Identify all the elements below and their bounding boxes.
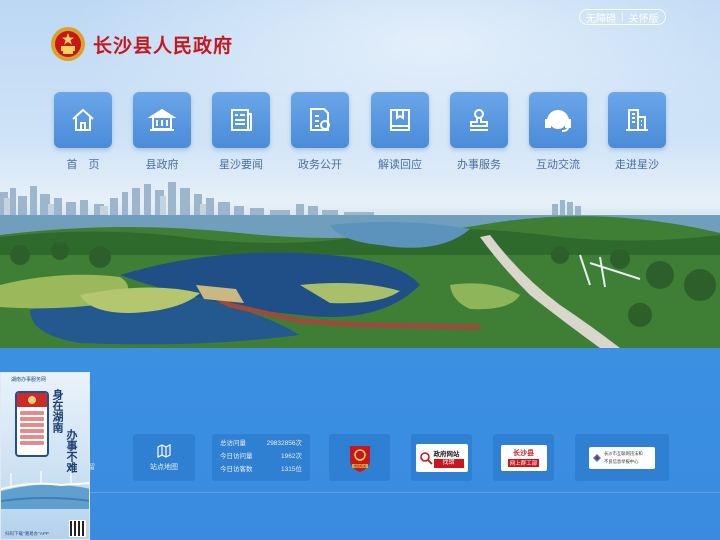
ad-phone-illustration bbox=[15, 391, 49, 457]
footer-divider bbox=[0, 492, 720, 493]
map-icon bbox=[157, 444, 171, 458]
ad-phone-header bbox=[17, 393, 47, 407]
gov-site-error-card: 政府网站 找错 bbox=[415, 443, 468, 472]
ad-phone-lines bbox=[17, 407, 47, 447]
magnifier-icon bbox=[419, 451, 433, 465]
stat-row: 今日访问量 1962次 bbox=[220, 450, 302, 463]
home-icon bbox=[72, 108, 94, 131]
accessibility-link[interactable]: 无障碍 bbox=[586, 10, 616, 25]
stat-label: 总访问量 bbox=[220, 440, 246, 447]
party-government-badge-icon: 党政机关 bbox=[349, 445, 370, 472]
stat-value: 1315位 bbox=[281, 466, 302, 473]
nav-box[interactable] bbox=[529, 92, 587, 148]
gov-site-error-report[interactable]: 政府网站 找错 bbox=[411, 434, 472, 481]
county-name-text: 长沙县 bbox=[513, 450, 534, 457]
nav-item-xingsha-news[interactable]: 星沙要闻 bbox=[212, 92, 270, 172]
ad-slogan-1: 身在湖南 bbox=[51, 389, 63, 433]
national-emblem-icon bbox=[51, 27, 85, 61]
nav-label: 首 页 bbox=[66, 159, 100, 171]
county-online-card: 长沙县 网上群工部 bbox=[500, 444, 547, 471]
nav-box[interactable] bbox=[450, 92, 508, 148]
ad-bridge-illustration bbox=[1, 471, 89, 509]
main-nav: 首 页 县政府 星沙要闻 政务公开 解读回应 办事服务 互动交流 走进星沙 bbox=[54, 92, 666, 172]
city-building-icon bbox=[626, 109, 648, 131]
nav-label: 办事服务 bbox=[457, 159, 501, 171]
nav-label: 县政府 bbox=[145, 159, 179, 171]
book-icon bbox=[390, 109, 410, 131]
nav-item-home[interactable]: 首 页 bbox=[54, 92, 112, 172]
government-building-icon bbox=[147, 108, 177, 131]
elderly-care-mode-link[interactable]: 关怀版 bbox=[629, 10, 659, 25]
report-center-card: 长沙市互联网违法和 不良信息举报中心 bbox=[589, 446, 655, 469]
top-links: 无障碍 | 关怀版 bbox=[579, 9, 666, 25]
nav-item-services[interactable]: 办事服务 bbox=[450, 92, 508, 172]
stamp-icon bbox=[470, 109, 488, 131]
ad-app-logo-icon bbox=[28, 396, 36, 404]
link-separator: | bbox=[621, 11, 624, 23]
nav-box[interactable] bbox=[291, 92, 349, 148]
ad-top-text: 湖南办事服务网 bbox=[11, 377, 47, 383]
stat-row: 总访问量 29832856次 bbox=[220, 437, 302, 450]
party-government-badge-text: 党政机关 bbox=[353, 463, 365, 468]
nav-box[interactable] bbox=[54, 92, 112, 148]
open-affairs-icon bbox=[310, 108, 330, 131]
nav-label: 政务公开 bbox=[298, 159, 342, 171]
sitemap-label: 站点地图 bbox=[150, 464, 178, 471]
party-government-badge[interactable]: 党政机关 bbox=[329, 434, 390, 481]
nav-box[interactable] bbox=[133, 92, 191, 148]
stat-label: 今日访问量 bbox=[220, 453, 253, 460]
headset-icon bbox=[545, 110, 571, 132]
illegal-info-report-center[interactable]: 长沙市互联网违法和 不良信息举报中心 bbox=[575, 434, 669, 481]
site-title[interactable]: 长沙县人民政府 bbox=[93, 31, 233, 58]
visit-stats: 总访问量 29832856次 今日访问量 1962次 今日访客数 1315位 bbox=[212, 434, 310, 481]
report-center-logo-icon bbox=[593, 453, 601, 462]
nav-label: 走进星沙 bbox=[615, 159, 659, 171]
nav-item-interaction[interactable]: 互动交流 bbox=[529, 92, 587, 172]
stat-row: 今日访客数 1315位 bbox=[220, 463, 302, 476]
stat-value: 1962次 bbox=[281, 453, 302, 460]
nav-item-interpretation[interactable]: 解读回应 bbox=[371, 92, 429, 172]
nav-box[interactable] bbox=[371, 92, 429, 148]
report-center-line1: 长沙市互联网违法和 bbox=[604, 450, 643, 456]
wetland-park-landscape bbox=[0, 215, 720, 348]
gov-site-text: 政府网站 bbox=[433, 450, 460, 458]
nav-label: 星沙要闻 bbox=[219, 159, 263, 171]
nav-item-county-government[interactable]: 县政府 bbox=[133, 92, 191, 172]
floating-ad-xiangyiban[interactable]: 湖南办事服务网 身在湖南 办事不难 扫码下载"湘易办"APP bbox=[0, 372, 90, 540]
nav-label: 解读回应 bbox=[378, 159, 422, 171]
report-center-line2: 不良信息举报中心 bbox=[604, 458, 639, 464]
nav-box[interactable] bbox=[608, 92, 666, 148]
find-error-text: 找错 bbox=[433, 458, 464, 468]
news-icon bbox=[231, 109, 252, 131]
online-work-dept-text: 网上群工部 bbox=[507, 459, 540, 467]
nav-item-about-xingsha[interactable]: 走进星沙 bbox=[608, 92, 666, 172]
sitemap-tile[interactable]: 站点地图 bbox=[133, 434, 195, 481]
stat-label: 今日访客数 bbox=[220, 466, 253, 473]
ad-qr-code bbox=[69, 520, 86, 537]
nav-item-government-affairs[interactable]: 政务公开 bbox=[291, 92, 349, 172]
ad-bottom-text: 扫码下载"湘易办"APP bbox=[5, 531, 49, 536]
county-online-work-dept[interactable]: 长沙县 网上群工部 bbox=[493, 434, 554, 481]
nav-label: 互动交流 bbox=[536, 159, 580, 171]
nav-box[interactable] bbox=[212, 92, 270, 148]
stat-value: 29832856次 bbox=[266, 440, 302, 447]
